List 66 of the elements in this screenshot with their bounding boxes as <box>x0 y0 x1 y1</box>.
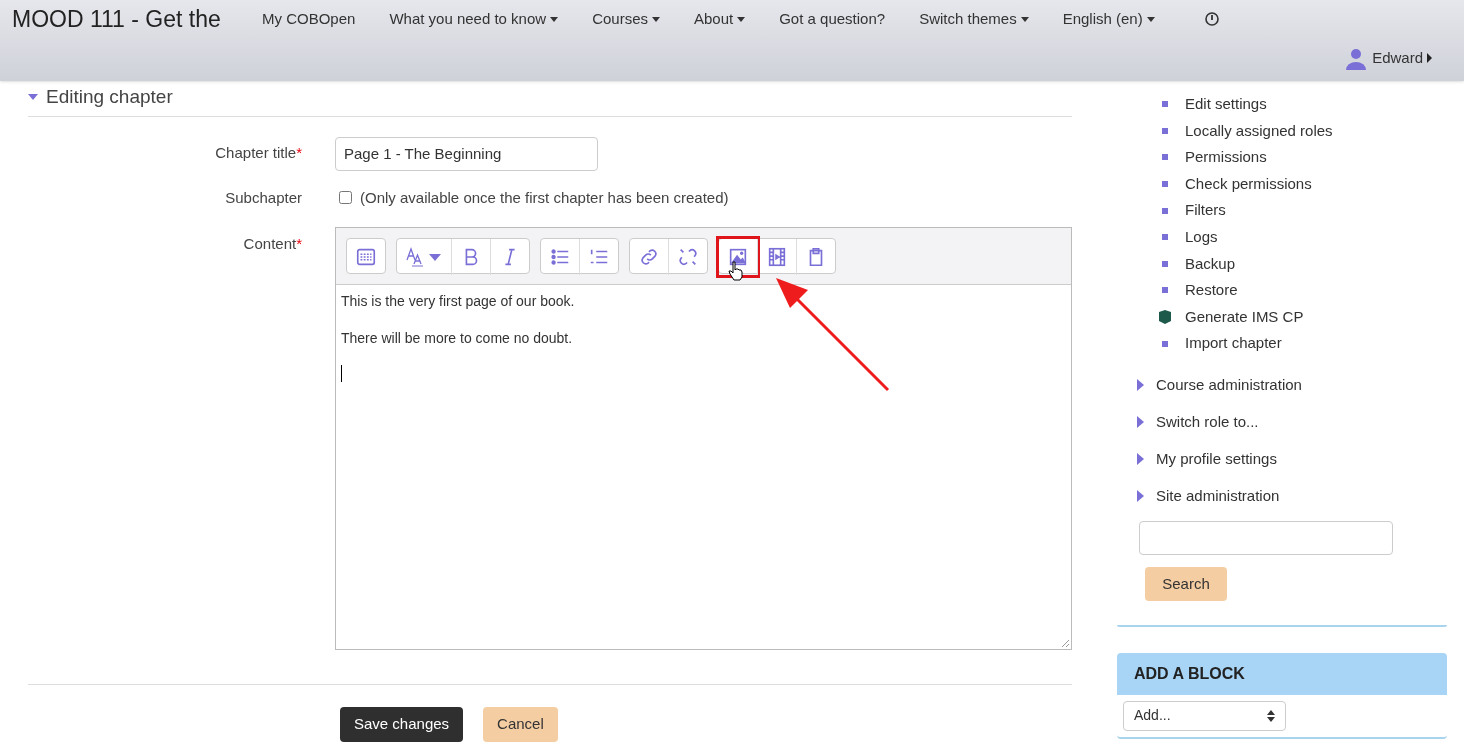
user-menu[interactable]: Edward <box>1344 46 1432 70</box>
required-mark: * <box>296 235 302 252</box>
add-block-select[interactable]: Add... <box>1123 700 1286 731</box>
nav-link[interactable]: What you need to know <box>389 7 559 31</box>
admin-link[interactable]: Logs <box>1185 226 1218 249</box>
panel-header: ADD A BLOCK <box>1117 652 1447 695</box>
section-link[interactable]: Switch role to... <box>1156 411 1259 434</box>
admin-link[interactable]: Edit settings <box>1185 93 1267 116</box>
field-label: Content* <box>242 234 303 253</box>
admin-link[interactable]: Filters <box>1185 199 1226 222</box>
select-arrows-icon <box>1267 709 1275 722</box>
resize-handle-icon[interactable] <box>1061 639 1070 648</box>
content-paragraph: There will be more to come no doubt. <box>341 329 574 348</box>
bullet-icon <box>1162 154 1168 161</box>
content-paragraph: This is the very first page of our book. <box>341 292 576 311</box>
admin-link[interactable]: Backup <box>1185 252 1236 276</box>
subchapter-checkbox[interactable] <box>339 191 352 205</box>
admin-link[interactable]: Restore <box>1185 279 1238 302</box>
unlink-icon <box>677 246 699 268</box>
package-icon <box>1157 309 1173 326</box>
film-icon <box>766 246 788 268</box>
toolbar-toggle-icon <box>355 246 377 268</box>
bullet-icon <box>1162 101 1168 108</box>
search-field[interactable] <box>1139 520 1393 555</box>
bullet-icon <box>1162 340 1168 347</box>
section-link[interactable]: My profile settings <box>1156 448 1277 471</box>
toolbar-button[interactable] <box>719 239 757 275</box>
section-link[interactable]: Site administration <box>1156 485 1280 508</box>
bullet-list-icon <box>549 246 571 268</box>
bullet-icon <box>1162 127 1168 134</box>
save-button[interactable]: Save changes <box>340 707 464 742</box>
admin-link[interactable]: Permissions <box>1185 146 1267 169</box>
nav-link[interactable]: My COBOpen <box>262 7 356 31</box>
text-cursor <box>341 365 342 382</box>
image-icon <box>727 246 749 268</box>
caret-icon <box>1427 53 1432 63</box>
bullet-icon <box>1162 260 1168 267</box>
nav-link[interactable]: English (en) <box>1062 7 1155 31</box>
required-mark: * <box>296 144 302 162</box>
link-icon <box>638 246 660 268</box>
section-heading: Editing chapter <box>46 85 173 109</box>
user-icon <box>1344 46 1369 70</box>
bullet-icon <box>1162 181 1168 188</box>
admin-link[interactable]: Check permissions <box>1185 172 1312 196</box>
bullet-icon <box>1162 207 1168 214</box>
cancel-button[interactable]: Cancel <box>483 707 558 742</box>
nav-link[interactable]: Courses <box>592 7 660 31</box>
admin-link[interactable]: Generate IMS CP <box>1185 305 1304 329</box>
admin-link[interactable]: Import chapter <box>1185 332 1282 355</box>
field-label: Chapter title* <box>214 143 303 164</box>
site-title[interactable]: MOOD 111 - Get the <box>12 1 262 37</box>
field-label: Subchapter <box>224 187 303 208</box>
nav-link[interactable]: Got a question? <box>779 7 886 31</box>
bullet-icon <box>1162 287 1168 294</box>
nav-link[interactable]: About <box>694 7 746 31</box>
font-size-icon <box>405 246 443 268</box>
search-button[interactable]: Search <box>1145 566 1227 601</box>
power-icon[interactable] <box>1204 12 1219 26</box>
chapter-title-field[interactable]: Page 1 - The Beginning <box>335 136 598 171</box>
admin-link[interactable]: Locally assigned roles <box>1185 119 1333 143</box>
section-link[interactable]: Course administration <box>1156 374 1302 397</box>
subchapter-note: (Only available once the first chapter has been created) <box>360 187 729 208</box>
collapse-arrow-icon <box>28 94 38 101</box>
bullet-icon <box>1162 234 1168 241</box>
nav-link[interactable]: Switch themes <box>919 7 1029 31</box>
editor-content-area[interactable]: This is the very first page of our book. There will be more to come no doubt. <box>336 285 1071 649</box>
